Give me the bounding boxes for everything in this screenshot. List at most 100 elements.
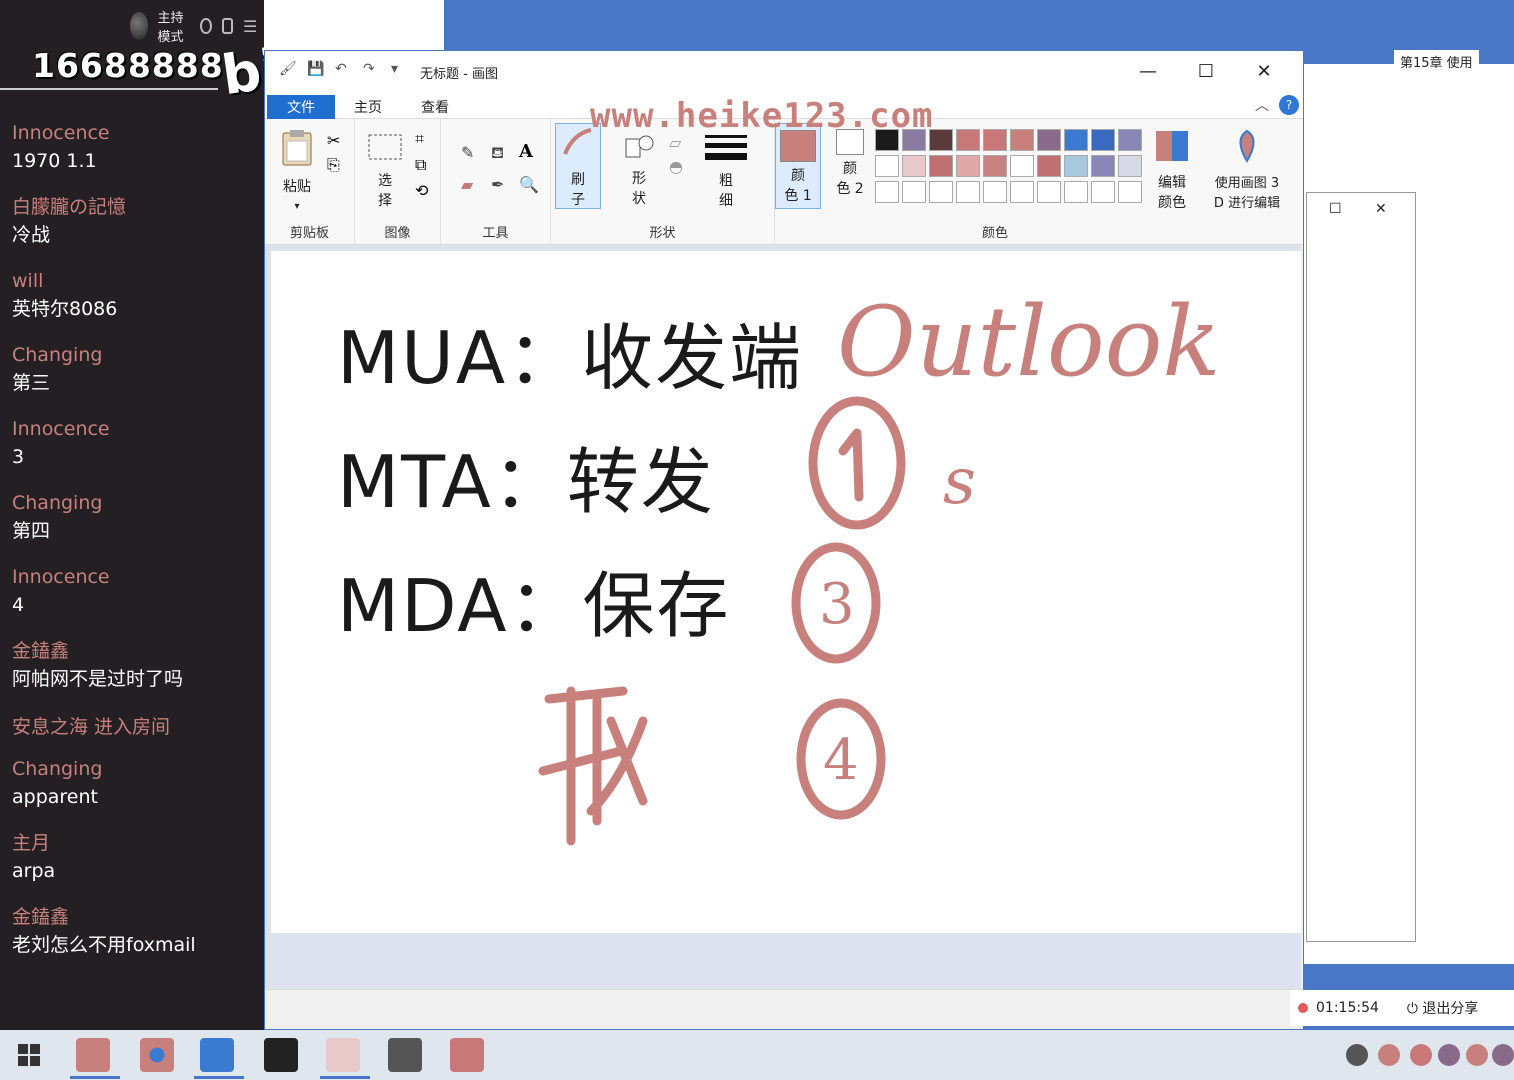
taskbar-file-explorer-icon[interactable] (76, 1038, 110, 1072)
exit-share-button[interactable]: ⏻ 退出分享 (1407, 998, 1479, 1018)
chat-message-list: Innocence 1970 1.1 白朦朧の記憶 冷战 will 英特尔8086 C… (12, 120, 262, 978)
paint-app-icon: 🖌 (279, 61, 297, 77)
palette-swatch[interactable] (1010, 155, 1034, 177)
palette-swatch[interactable] (929, 181, 953, 203)
chat-message: 主月 arpa (12, 830, 262, 904)
palette-swatch[interactable] (1118, 155, 1142, 177)
palette-swatch[interactable] (983, 181, 1007, 203)
taskbar-paint-icon[interactable] (326, 1038, 360, 1072)
palette-swatch[interactable] (1064, 155, 1088, 177)
tab-file[interactable]: 文件 (267, 95, 335, 119)
palette-swatch[interactable] (929, 155, 953, 177)
drawing-canvas[interactable]: MUA：收发端 MTA：转发 MDA：保存 Outlook s 3 4 (271, 251, 1301, 933)
clipboard-group-label: 剪贴板 (289, 226, 329, 241)
palette-swatch[interactable] (956, 155, 980, 177)
taskbar-app-icon[interactable] (388, 1038, 422, 1072)
chat-text: 老刘怎么不用foxmail (12, 934, 196, 956)
palette-swatch[interactable] (1091, 155, 1115, 177)
tray-app-icon[interactable] (1492, 1044, 1514, 1066)
chat-message: Innocence 1970 1.1 (12, 120, 262, 194)
maximize-icon[interactable]: ☐ (1329, 201, 1342, 217)
palette-swatch[interactable] (902, 155, 926, 177)
palette-swatch[interactable] (1064, 181, 1088, 203)
colors-group: 颜 色 1 颜 色 2 编辑 颜色 使用画图 3 D 进行编辑 颜色 (775, 119, 1295, 245)
tab-view[interactable]: 查看 (415, 95, 455, 119)
resize-icon[interactable]: ⧉ (415, 155, 435, 175)
fill-style-icon[interactable]: ◓ (669, 157, 689, 177)
text-icon[interactable]: A (519, 141, 539, 162)
palette-swatch[interactable] (1118, 129, 1142, 151)
palette-swatch[interactable] (1010, 129, 1034, 151)
palette-swatch[interactable] (1118, 181, 1142, 203)
tab-home[interactable]: 主页 (345, 95, 391, 119)
popout-icon[interactable] (221, 18, 234, 34)
close-icon[interactable]: ✕ (1375, 201, 1387, 217)
host-mode-label[interactable]: 主持模式 (158, 7, 191, 45)
palette-swatch[interactable] (1037, 181, 1061, 203)
window-title: 无标题 - 画图 (420, 67, 498, 82)
palette-swatch[interactable] (1037, 129, 1061, 151)
palette-swatch[interactable] (1037, 155, 1061, 177)
magnifier-icon[interactable]: 🔍 (519, 175, 539, 195)
rotate-icon[interactable]: ⟲ (415, 181, 435, 201)
palette-swatch[interactable] (902, 181, 926, 203)
avatar[interactable] (130, 12, 148, 40)
ribbon: 粘贴 ▾ ✂ ⎘ 剪贴板 选 择 ⌗ ⧉ ⟲ 图像 ✎ ⛾ A ▰ ✒ 🔍 工具… (265, 119, 1303, 245)
palette-swatch[interactable] (875, 181, 899, 203)
tray-app-icon[interactable] (1378, 1044, 1400, 1066)
redo-icon[interactable]: ↷ (363, 61, 381, 79)
palette-swatch[interactable] (1091, 129, 1115, 151)
copy-icon[interactable]: ⎘ (327, 155, 347, 175)
cut-icon[interactable]: ✂ (327, 131, 347, 151)
select-button[interactable]: 选 择 (365, 133, 405, 211)
palette-swatch[interactable] (875, 155, 899, 177)
size-button[interactable]: 粗 细 (701, 133, 751, 211)
paste-label: 粘贴 (283, 179, 311, 195)
chat-system-message: 安息之海 进入房间 (12, 712, 262, 756)
edit-colors-label-1: 编辑 (1158, 175, 1186, 191)
fill-icon[interactable]: ⛾ (491, 143, 511, 163)
background-tab-title[interactable]: 第15章 使用 (1394, 50, 1479, 73)
palette-swatch[interactable] (1091, 181, 1115, 203)
palette-swatch[interactable] (983, 155, 1007, 177)
crop-icon[interactable]: ⌗ (415, 129, 435, 149)
palette-swatch[interactable] (1010, 181, 1034, 203)
undo-icon[interactable]: ↶ (335, 61, 353, 79)
color2-button[interactable]: 颜 色 2 (827, 129, 873, 199)
taskbar-app-icon[interactable] (450, 1038, 484, 1072)
help-button[interactable]: ? (1279, 95, 1299, 115)
palette-swatch[interactable] (956, 129, 980, 151)
taskbar-chrome-icon[interactable] (140, 1038, 174, 1072)
outline-icon[interactable]: ▱ (669, 133, 689, 153)
collapse-ribbon-icon[interactable]: ︿ (1255, 95, 1269, 115)
taskbar-terminal-icon[interactable] (264, 1038, 298, 1072)
chat-text: 3 (12, 446, 25, 468)
palette-swatch[interactable] (983, 129, 1007, 151)
paste-button[interactable]: 粘贴 ▾ (277, 129, 317, 217)
eraser-icon[interactable]: ▰ (461, 175, 481, 195)
close-button[interactable]: ✕ (1235, 57, 1293, 85)
menu-icon[interactable]: ☰ (243, 17, 257, 36)
taskbar-vm-icon[interactable] (200, 1038, 234, 1072)
paint3d-button[interactable]: 使用画图 3 D 进行编辑 (1205, 129, 1289, 214)
palette-swatch[interactable] (1064, 129, 1088, 151)
customize-qat-icon[interactable]: ▾ (391, 61, 409, 79)
minimize-button[interactable]: — (1119, 57, 1177, 85)
microphone-icon[interactable] (1346, 1044, 1368, 1066)
taskbar (0, 1030, 1514, 1080)
settings-icon[interactable] (200, 18, 212, 34)
chat-username: 主月 (12, 832, 51, 854)
tray-app-icon[interactable] (1410, 1044, 1432, 1066)
tray-app-icon[interactable] (1466, 1044, 1488, 1066)
color-picker-icon[interactable]: ✒ (491, 175, 511, 195)
palette-swatch[interactable] (956, 181, 980, 203)
maximize-button[interactable]: ☐ (1177, 57, 1235, 85)
pencil-icon[interactable]: ✎ (461, 143, 481, 163)
tray-app-icon[interactable] (1438, 1044, 1460, 1066)
chat-text: arpa (12, 860, 56, 882)
edit-colors-label-2: 颜色 (1158, 195, 1186, 211)
save-icon[interactable]: 💾 (307, 61, 325, 79)
edit-colors-button[interactable]: 编辑 颜色 (1149, 129, 1195, 213)
shapes-button[interactable]: 形 状 (619, 133, 659, 209)
windows-start-icon[interactable] (18, 1044, 40, 1066)
